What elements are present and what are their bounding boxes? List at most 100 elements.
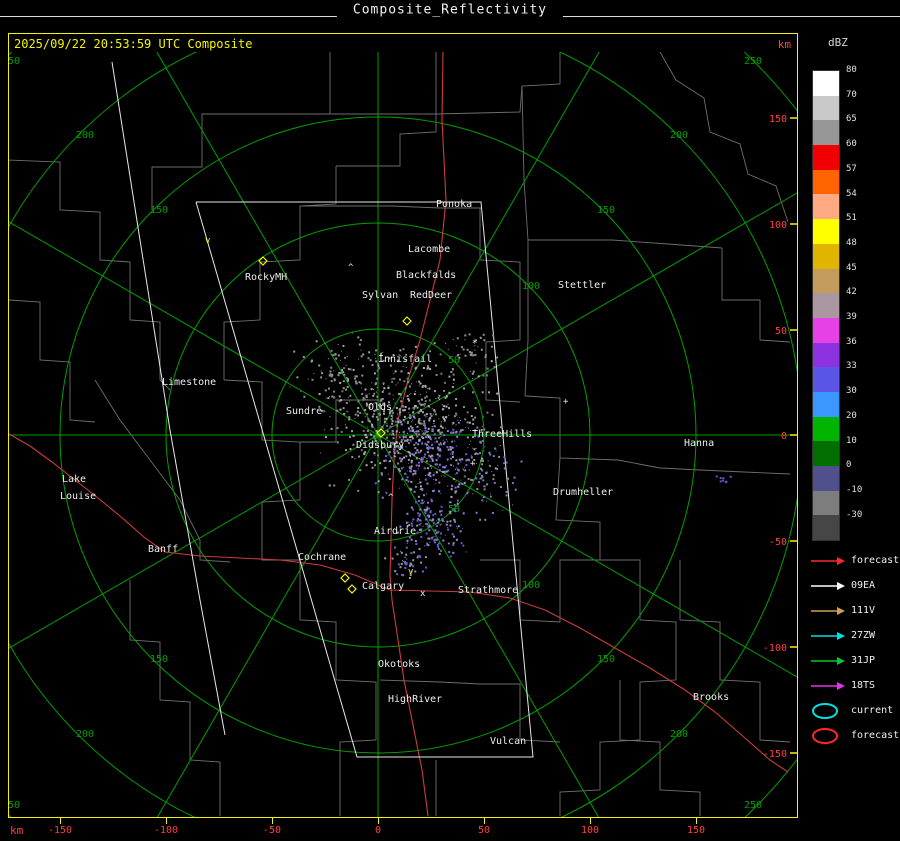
map-legend: forecast 09EA 111V 27ZW 31JP 18TS current forec… bbox=[810, 548, 900, 748]
echo-pixel bbox=[377, 460, 379, 462]
echo-pixel bbox=[445, 395, 448, 398]
echo-pixel bbox=[456, 415, 458, 417]
legend-item: 18TS bbox=[810, 673, 900, 698]
echo-pixel bbox=[455, 424, 457, 426]
echo-pixel bbox=[417, 512, 420, 515]
echo-pixel bbox=[343, 373, 346, 376]
city-label: Hanna bbox=[684, 438, 714, 449]
echo-pixel bbox=[464, 354, 467, 357]
echo-pixel bbox=[432, 536, 434, 538]
echo-pixel bbox=[418, 548, 421, 550]
echo-pixel bbox=[420, 502, 423, 505]
echo-pixel bbox=[452, 478, 455, 481]
echo-pixel bbox=[434, 441, 436, 443]
range-label: 50 bbox=[448, 355, 460, 366]
echo-pixel bbox=[513, 476, 516, 479]
echo-pixel bbox=[445, 523, 448, 526]
echo-pixel bbox=[404, 430, 406, 432]
echo-pixel bbox=[400, 562, 403, 565]
echo-pixel bbox=[400, 400, 403, 403]
echo-pixel bbox=[409, 385, 411, 388]
echo-pixel bbox=[402, 366, 404, 367]
echo-pixel bbox=[440, 532, 442, 535]
echo-pixel bbox=[401, 478, 404, 481]
echo-pixel bbox=[403, 466, 404, 468]
echo-pixel bbox=[376, 377, 379, 380]
echo-pixel bbox=[455, 538, 458, 541]
echo-pixel bbox=[457, 462, 460, 465]
echo-pixel bbox=[428, 524, 431, 527]
city-label: ThreeHills bbox=[472, 429, 532, 440]
echo-pixel bbox=[430, 414, 433, 417]
echo-pixel bbox=[439, 448, 441, 449]
bottom-axis-tick bbox=[696, 818, 697, 824]
echo-pixel bbox=[420, 458, 422, 461]
echo-pixel bbox=[455, 404, 457, 407]
echo-pixel bbox=[370, 461, 373, 464]
colorbar-value-label: 70 bbox=[846, 89, 857, 100]
echo-pixel bbox=[392, 417, 394, 419]
echo-pixel bbox=[324, 342, 326, 344]
echo-pixel bbox=[415, 543, 418, 545]
echo-pixel bbox=[464, 418, 467, 421]
echo-pixel bbox=[410, 440, 412, 442]
echo-pixel bbox=[433, 342, 436, 345]
echo-pixel bbox=[355, 375, 358, 378]
echo-pixel bbox=[404, 439, 407, 442]
echo-pixel bbox=[464, 466, 465, 468]
echo-pixel bbox=[348, 418, 351, 421]
echo-pixel bbox=[371, 415, 374, 418]
echo-pixel bbox=[390, 418, 393, 421]
echo-pixel bbox=[449, 555, 452, 558]
echo-pixel bbox=[410, 393, 412, 395]
echo-pixel bbox=[364, 416, 366, 418]
echo-pixel bbox=[437, 521, 440, 524]
county-line bbox=[94, 379, 231, 563]
echo-pixel bbox=[433, 529, 435, 531]
echo-pixel bbox=[425, 523, 427, 525]
echo-pixel bbox=[426, 508, 428, 511]
echo-pixel bbox=[371, 364, 374, 366]
echo-pixel bbox=[374, 464, 377, 467]
echo-pixel bbox=[357, 407, 360, 409]
colorbar-value-label: 57 bbox=[846, 163, 857, 174]
radar-map-display[interactable]: 2502001505010015020025015020025050100150… bbox=[9, 52, 797, 817]
echo-pixel bbox=[390, 432, 392, 434]
range-label: 200 bbox=[670, 130, 688, 141]
echo-pixel bbox=[462, 544, 465, 547]
echo-pixel bbox=[456, 337, 459, 340]
echo-pixel bbox=[438, 418, 440, 420]
echo-pixel bbox=[352, 434, 355, 437]
echo-pixel bbox=[402, 560, 404, 561]
echo-pixel bbox=[463, 475, 466, 478]
radial-line bbox=[9, 221, 379, 436]
map-symbol-icon: v bbox=[205, 236, 210, 246]
colorbar-segment bbox=[813, 145, 839, 170]
echo-pixel bbox=[405, 416, 406, 418]
echo-pixel bbox=[376, 387, 378, 388]
echo-pixel bbox=[388, 453, 390, 455]
echo-pixel bbox=[362, 429, 365, 432]
echo-pixel bbox=[431, 447, 434, 450]
legend-item: 111V bbox=[810, 598, 900, 623]
echo-pixel bbox=[363, 453, 366, 456]
echo-pixel bbox=[435, 525, 438, 528]
echo-pixel bbox=[393, 455, 396, 458]
echo-pixel bbox=[320, 376, 323, 379]
echo-pixel bbox=[418, 523, 421, 526]
echo-pixel bbox=[366, 399, 368, 401]
echo-pixel bbox=[352, 443, 355, 446]
echo-pixel bbox=[389, 433, 391, 435]
range-label: 250 bbox=[9, 800, 20, 811]
echo-pixel bbox=[336, 409, 339, 412]
echo-pixel bbox=[459, 458, 461, 461]
echo-pixel bbox=[403, 380, 406, 383]
echo-pixel bbox=[342, 345, 345, 347]
echo-pixel bbox=[449, 520, 452, 523]
echo-pixel bbox=[436, 463, 439, 466]
echo-pixel bbox=[456, 435, 459, 438]
echo-pixel bbox=[451, 368, 454, 370]
right-axis-label: -100 bbox=[763, 643, 787, 654]
echo-pixel bbox=[378, 367, 381, 370]
echo-pixel bbox=[461, 458, 464, 461]
